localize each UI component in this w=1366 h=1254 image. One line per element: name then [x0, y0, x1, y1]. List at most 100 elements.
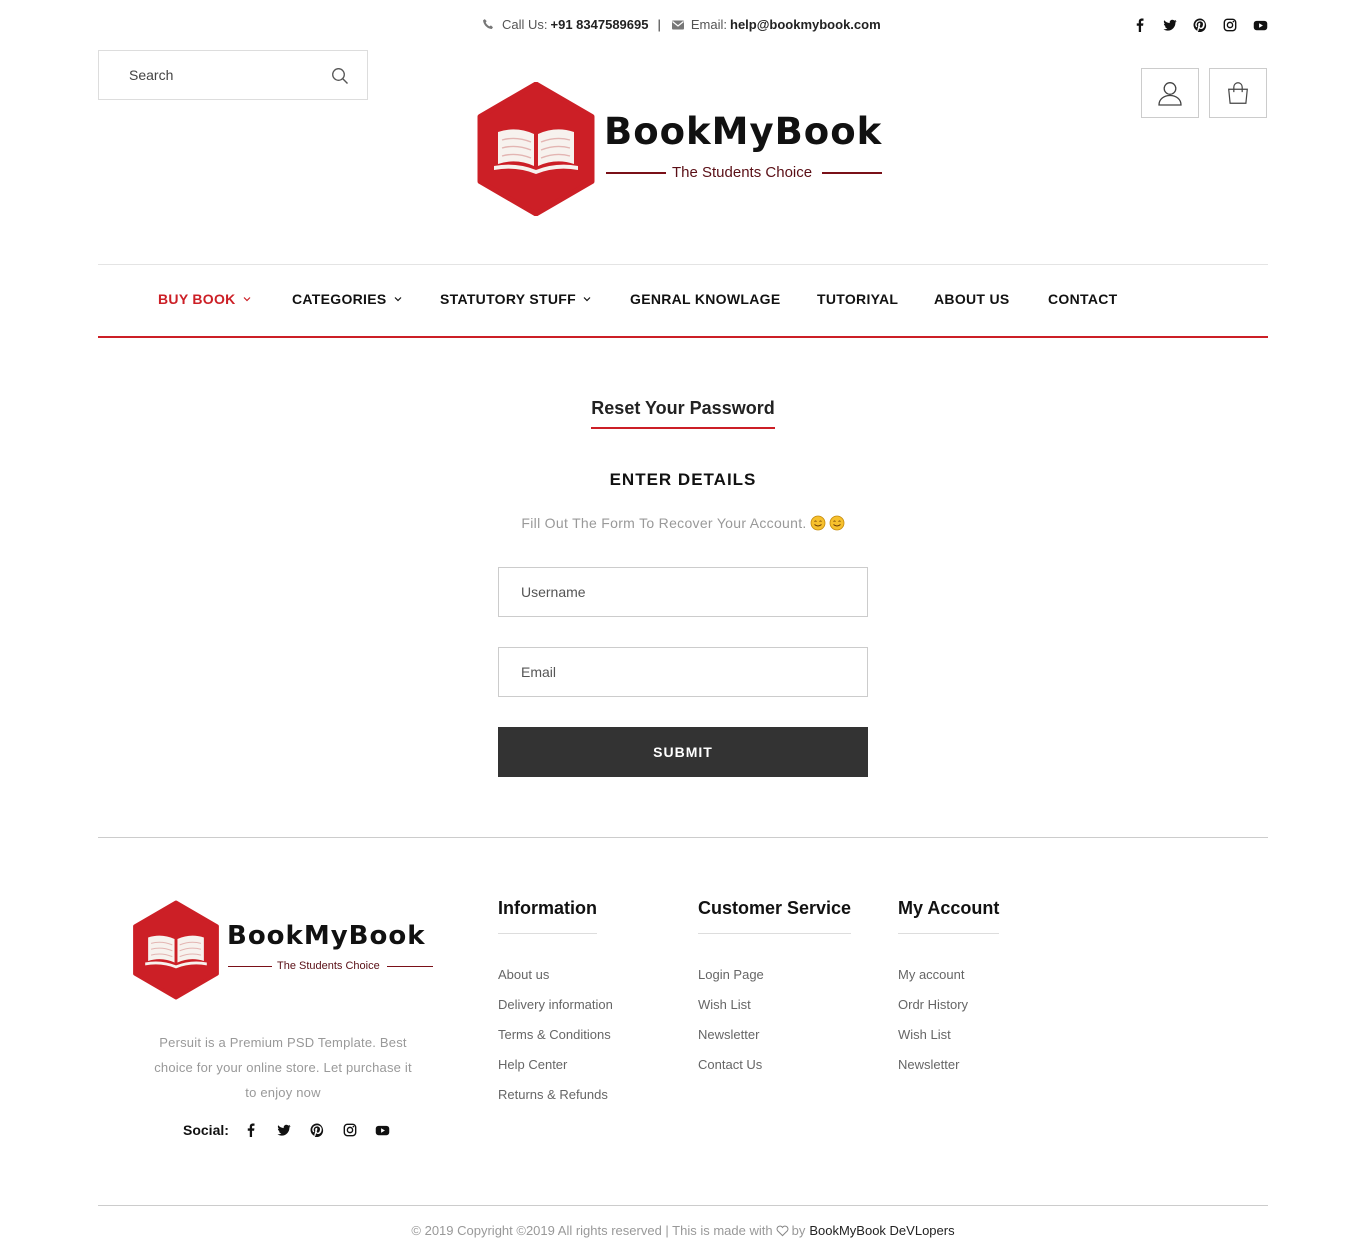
footer-link-newsletter[interactable]: Newsletter: [898, 1057, 959, 1072]
logo-line-right: [822, 172, 882, 174]
footer-link-contact-us[interactable]: Contact Us: [698, 1057, 762, 1072]
instagram-icon[interactable]: [1222, 17, 1238, 33]
smile-emoji-icon: [810, 515, 826, 531]
footer-logo[interactable]: BookMyBook The Students Choice: [132, 900, 442, 1000]
site-logo[interactable]: BookMyBook The Students Choice: [476, 82, 886, 216]
footer-column-my-account: My Account My account Ordr History Wish …: [898, 898, 1000, 1084]
footer-social-label: Social:: [183, 1122, 229, 1138]
contact-info: Call Us: +91 8347589695 | Email: help@bo…: [482, 17, 881, 32]
username-field[interactable]: [499, 568, 867, 616]
instagram-icon[interactable]: [342, 1122, 358, 1138]
nav-item-statutory-stuff[interactable]: STATUTORY STUFF: [440, 291, 591, 307]
footer-logo-title: BookMyBook: [227, 921, 426, 951]
youtube-icon[interactable]: [375, 1122, 391, 1138]
chevron-down-icon: [394, 295, 402, 303]
youtube-icon[interactable]: [1252, 17, 1268, 33]
email-field[interactable]: [499, 648, 867, 696]
footer-column-title: Customer Service: [698, 898, 852, 934]
footer-link-my-account[interactable]: My account: [898, 967, 964, 982]
chevron-down-icon: [583, 295, 591, 303]
logo-line-left: [606, 172, 666, 174]
facebook-icon[interactable]: [243, 1122, 259, 1138]
nav-item-about-us[interactable]: ABOUT US: [934, 291, 1010, 307]
footer-description: Persuit is a Premium PSD Template. Best …: [154, 1035, 412, 1100]
footer-link-terms-conditions[interactable]: Terms & Conditions: [498, 1027, 611, 1042]
footer-logo-line-left: [228, 966, 272, 967]
copyright-brand-link[interactable]: BookMyBook DeVLopers: [809, 1223, 954, 1238]
username-field-wrap: [498, 567, 868, 617]
phone-icon: [482, 18, 496, 32]
footer-link-help-center[interactable]: Help Center: [498, 1057, 567, 1072]
copyright-text: © 2019 Copyright ©2019 All rights reserv…: [411, 1223, 773, 1238]
nav-item-genral-knowlage[interactable]: GENRAL KNOWLAGE: [630, 291, 780, 307]
nav-divider-bottom: [98, 336, 1268, 338]
heart-icon: [776, 1225, 789, 1236]
footer-column-customer-service: Customer Service Login Page Wish List Ne…: [698, 898, 852, 1084]
top-social-links: [1132, 17, 1268, 33]
copyright-divider: [98, 1205, 1268, 1206]
logo-book-icon: [476, 82, 596, 216]
nav-item-contact[interactable]: CONTACT: [1048, 291, 1118, 307]
nav-label: ABOUT US: [934, 291, 1010, 307]
nav-label: CONTACT: [1048, 291, 1118, 307]
nav-item-buy-book[interactable]: BUY BOOK: [158, 291, 251, 307]
pinterest-icon[interactable]: [1192, 17, 1208, 33]
footer-logo-line-right: [387, 966, 433, 967]
footer-logo-tagline: The Students Choice: [277, 960, 380, 972]
form-heading: ENTER DETAILS: [609, 470, 757, 489]
search-icon[interactable]: [331, 67, 349, 85]
footer-link-wish-list[interactable]: Wish List: [698, 997, 751, 1012]
nav-divider-top: [98, 264, 1268, 265]
search-input[interactable]: [99, 67, 319, 83]
pinterest-icon[interactable]: [309, 1122, 325, 1138]
footer-link-delivery-information[interactable]: Delivery information: [498, 997, 613, 1012]
nav-label: GENRAL KNOWLAGE: [630, 291, 781, 307]
main-nav: BUY BOOK CATEGORIES STATUTORY STUFF GENR…: [98, 291, 1268, 311]
footer-column-information: Information About us Delivery informatio…: [498, 898, 613, 1114]
footer-divider: [98, 837, 1268, 838]
top-bar: Call Us: +91 8347589695 | Email: help@bo…: [0, 17, 1366, 37]
footer-link-wish-list[interactable]: Wish List: [898, 1027, 951, 1042]
submit-button[interactable]: SUBMIT: [498, 727, 868, 777]
email-address[interactable]: help@bookmybook.com: [730, 17, 881, 32]
nav-item-categories[interactable]: CATEGORIES: [292, 291, 402, 307]
copyright: © 2019 Copyright ©2019 All rights reserv…: [0, 1223, 1366, 1238]
footer-link-login-page[interactable]: Login Page: [698, 967, 764, 982]
footer-logo-book-icon: [132, 900, 220, 1000]
footer-column-title: Information: [498, 898, 597, 934]
search-box: [98, 50, 368, 100]
call-number[interactable]: +91 8347589695: [551, 17, 649, 32]
page-title: Reset Your Password: [591, 398, 775, 418]
twitter-icon[interactable]: [276, 1122, 292, 1138]
footer-social: Social:: [183, 1122, 408, 1138]
user-icon: [1158, 82, 1182, 106]
footer-link-about-us[interactable]: About us: [498, 967, 549, 982]
nav-label: CATEGORIES: [292, 291, 387, 307]
nav-item-tutoriyal[interactable]: TUTORIYAL: [817, 291, 898, 307]
twitter-icon[interactable]: [1162, 17, 1178, 33]
nav-label: TUTORIYAL: [817, 291, 899, 307]
facebook-icon[interactable]: [1132, 17, 1148, 33]
footer-link-newsletter[interactable]: Newsletter: [698, 1027, 759, 1042]
email-field-wrap: [498, 647, 868, 697]
contact-separator: |: [657, 17, 661, 32]
nav-label: BUY BOOK: [158, 291, 236, 307]
logo-title: BookMyBook: [604, 110, 883, 153]
copyright-by: by: [791, 1223, 806, 1238]
shopping-bag-icon: [1228, 82, 1248, 104]
chevron-down-icon: [243, 295, 251, 303]
logo-tagline: The Students Choice: [672, 164, 813, 181]
form-subtitle: Fill Out The Form To Recover Your Accoun…: [0, 515, 1366, 531]
footer-column-title: My Account: [898, 898, 1000, 934]
envelope-icon: [671, 18, 685, 32]
footer-link-returns-refunds[interactable]: Returns & Refunds: [498, 1087, 608, 1102]
cart-button[interactable]: [1209, 68, 1267, 118]
email-label: Email:: [690, 17, 727, 32]
account-button[interactable]: [1141, 68, 1199, 118]
nav-label: STATUTORY STUFF: [440, 291, 576, 307]
call-label: Call Us:: [502, 17, 548, 32]
title-underline: [591, 427, 775, 429]
form-subtitle-text: Fill Out The Form To Recover Your Accoun…: [521, 515, 807, 531]
smile-emoji-icon: [829, 515, 845, 531]
footer-link-order-history[interactable]: Ordr History: [898, 997, 968, 1012]
